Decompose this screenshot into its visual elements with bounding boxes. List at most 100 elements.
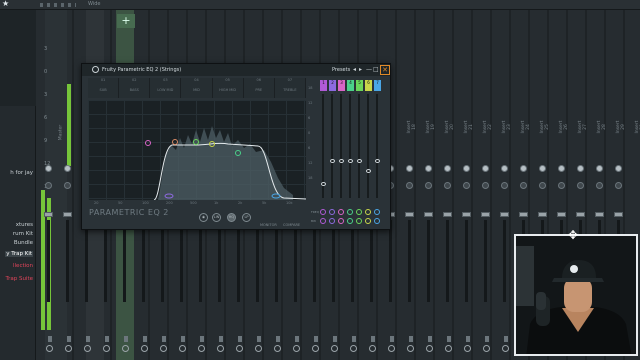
send-icon[interactable] bbox=[312, 345, 319, 352]
send-icon[interactable] bbox=[179, 345, 186, 352]
fader-track[interactable] bbox=[85, 220, 88, 302]
band-freq-knob[interactable] bbox=[356, 209, 362, 215]
hq-button[interactable]: HQ bbox=[227, 213, 236, 222]
pan-knob[interactable] bbox=[539, 165, 546, 172]
fader-handle[interactable] bbox=[481, 212, 490, 217]
pan-knob[interactable] bbox=[520, 165, 527, 172]
send-icon[interactable] bbox=[388, 345, 395, 352]
pan-knob[interactable] bbox=[482, 165, 489, 172]
route-arrow-icon[interactable] bbox=[466, 336, 470, 342]
fader-track[interactable] bbox=[237, 220, 240, 302]
route-arrow-icon[interactable] bbox=[428, 336, 432, 342]
stereo-knob[interactable] bbox=[539, 182, 546, 189]
fader-track[interactable] bbox=[351, 220, 354, 302]
fader-track[interactable] bbox=[503, 220, 506, 302]
fader-handle[interactable] bbox=[538, 212, 547, 217]
band-bw-knob[interactable] bbox=[374, 218, 380, 224]
band-bw-knob[interactable] bbox=[347, 218, 353, 224]
fader-handle[interactable] bbox=[614, 212, 623, 217]
route-arrow-icon[interactable] bbox=[295, 336, 299, 342]
prev-preset-icon[interactable]: ◂ bbox=[353, 66, 356, 73]
send-icon[interactable] bbox=[84, 345, 91, 352]
pan-knob[interactable] bbox=[64, 165, 71, 172]
band-3-handle[interactable] bbox=[172, 139, 178, 145]
stereo-knob[interactable] bbox=[596, 182, 603, 189]
send-icon[interactable] bbox=[217, 345, 224, 352]
send-icon[interactable] bbox=[160, 345, 167, 352]
pan-knob[interactable] bbox=[425, 165, 432, 172]
fader-handle[interactable] bbox=[576, 212, 585, 217]
send-icon[interactable] bbox=[502, 345, 509, 352]
pan-knob[interactable] bbox=[615, 165, 622, 172]
band-gain-handle[interactable] bbox=[339, 159, 344, 163]
send-icon[interactable] bbox=[236, 345, 243, 352]
stereo-knob[interactable] bbox=[463, 182, 470, 189]
fader-track[interactable] bbox=[294, 220, 297, 302]
band-gain-slider[interactable] bbox=[376, 94, 378, 198]
fader-track[interactable] bbox=[484, 220, 487, 302]
band-freq-knob[interactable] bbox=[338, 209, 344, 215]
close-button[interactable]: ✕ bbox=[380, 65, 390, 75]
stereo-knob[interactable] bbox=[615, 182, 622, 189]
fader-track[interactable] bbox=[389, 220, 392, 302]
send-icon[interactable] bbox=[65, 345, 72, 352]
fader-track[interactable] bbox=[161, 220, 164, 302]
stereo-knob[interactable] bbox=[425, 182, 432, 189]
route-arrow-icon[interactable] bbox=[504, 336, 508, 342]
send-icon[interactable] bbox=[426, 345, 433, 352]
fader-track[interactable] bbox=[199, 220, 202, 302]
fader-track[interactable] bbox=[313, 220, 316, 302]
band-freq-knob[interactable] bbox=[329, 209, 335, 215]
send-icon[interactable] bbox=[293, 345, 300, 352]
route-arrow-icon[interactable] bbox=[67, 336, 71, 342]
browser-item[interactable]: h for jay bbox=[10, 170, 33, 176]
fader-handle[interactable] bbox=[44, 212, 53, 217]
stereo-knob[interactable] bbox=[64, 182, 71, 189]
pan-knob[interactable] bbox=[577, 165, 584, 172]
band-freq-knob[interactable] bbox=[374, 209, 380, 215]
route-arrow-icon[interactable] bbox=[276, 336, 280, 342]
band-tag[interactable]: 4 bbox=[347, 80, 354, 91]
compare-label[interactable]: COMPARE bbox=[283, 223, 300, 227]
stereo-knob[interactable] bbox=[45, 182, 52, 189]
band-tag[interactable]: 3 bbox=[338, 80, 345, 91]
route-arrow-icon[interactable] bbox=[409, 336, 413, 342]
send-icon[interactable] bbox=[46, 345, 53, 352]
band-tag[interactable]: 7 bbox=[374, 80, 381, 91]
route-arrow-icon[interactable] bbox=[181, 336, 185, 342]
band-gain-slider[interactable] bbox=[367, 94, 369, 198]
fader-track[interactable] bbox=[427, 220, 430, 302]
band-gain-slider[interactable] bbox=[358, 94, 360, 198]
send-icon[interactable] bbox=[198, 345, 205, 352]
route-arrow-icon[interactable] bbox=[257, 336, 261, 342]
fader-handle[interactable] bbox=[63, 212, 72, 217]
band-tag[interactable]: 6 bbox=[365, 80, 372, 91]
send-icon[interactable] bbox=[274, 345, 281, 352]
pan-knob[interactable] bbox=[596, 165, 603, 172]
route-arrow-icon[interactable] bbox=[333, 336, 337, 342]
gear-icon[interactable] bbox=[92, 66, 99, 73]
route-arrow-icon[interactable] bbox=[238, 336, 242, 342]
fader-track[interactable] bbox=[332, 220, 335, 302]
band-1-handle[interactable] bbox=[145, 140, 151, 146]
fader-handle[interactable] bbox=[462, 212, 471, 217]
lp-button[interactable]: LP bbox=[242, 213, 251, 222]
band-freq-knob[interactable] bbox=[347, 209, 353, 215]
browser-item[interactable]: xtures bbox=[16, 222, 33, 228]
fader-track[interactable] bbox=[66, 220, 69, 302]
browser-item[interactable]: rum Kit bbox=[13, 231, 33, 237]
browser-item[interactable]: llection bbox=[13, 263, 33, 269]
browser-item[interactable]: Bundle bbox=[14, 240, 33, 246]
band-bw-knob[interactable] bbox=[320, 218, 326, 224]
band-gain-handle[interactable] bbox=[366, 169, 371, 173]
send-icon[interactable] bbox=[255, 345, 262, 352]
send-icon[interactable] bbox=[483, 345, 490, 352]
band-gain-handle[interactable] bbox=[375, 159, 380, 163]
send-icon[interactable] bbox=[407, 345, 414, 352]
route-arrow-icon[interactable] bbox=[48, 336, 52, 342]
band-gain-handle[interactable] bbox=[348, 159, 353, 163]
browser-item[interactable]: y Trap Kit bbox=[5, 251, 33, 257]
stereo-knob[interactable] bbox=[444, 182, 451, 189]
route-arrow-icon[interactable] bbox=[371, 336, 375, 342]
fader-track[interactable] bbox=[47, 220, 50, 302]
